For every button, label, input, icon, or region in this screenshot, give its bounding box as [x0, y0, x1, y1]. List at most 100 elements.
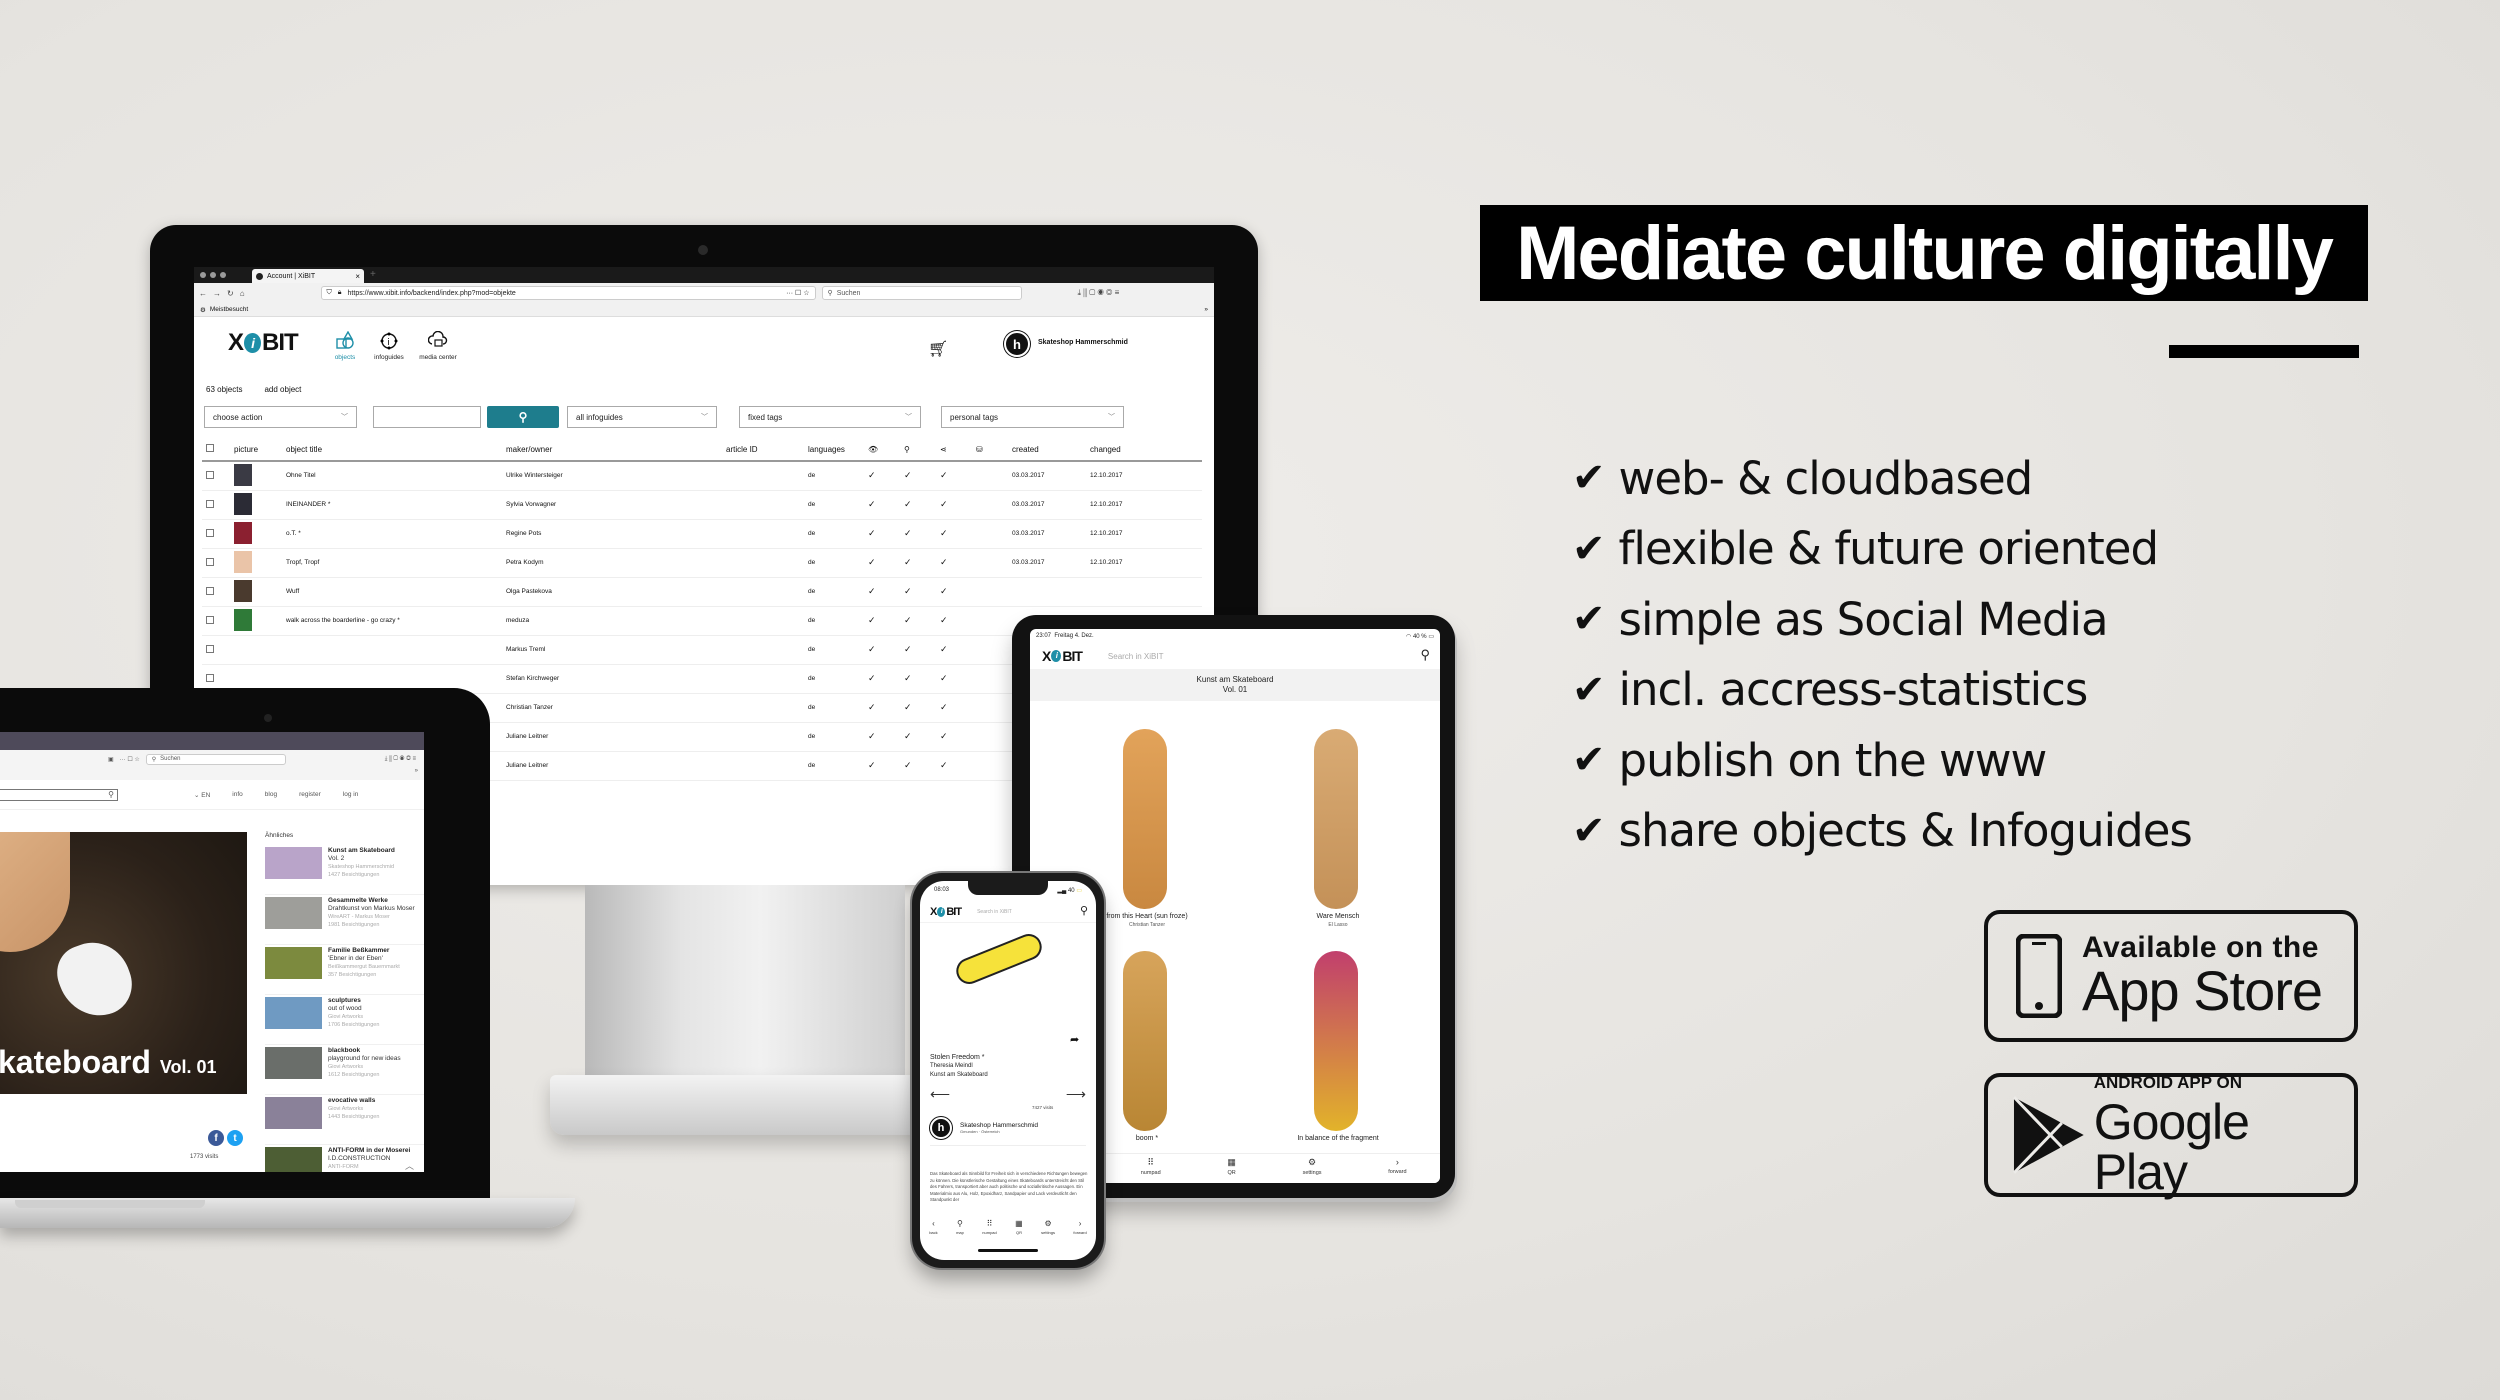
searchable-check[interactable]: ✓	[900, 664, 936, 694]
row-checkbox[interactable]	[206, 557, 214, 566]
object-thumbnail[interactable]	[234, 463, 252, 486]
nav-back[interactable]: ‹ back	[929, 1219, 937, 1235]
skateboard-image[interactable]	[1123, 951, 1167, 1131]
home-indicator[interactable]	[978, 1249, 1038, 1252]
similar-item[interactable]: evocative walls Giovi Artworks 1443 Besich…	[265, 1097, 424, 1145]
twitter-icon[interactable]: t	[227, 1130, 243, 1146]
searchable-check[interactable]: ✓	[900, 548, 936, 578]
object-thumbnail[interactable]	[234, 638, 252, 660]
add-object-link[interactable]: add object	[264, 385, 301, 394]
visible-check[interactable]: ✓	[864, 490, 900, 520]
shareable-check[interactable]: ✓	[936, 606, 972, 636]
col-shareable[interactable]: ⋖	[936, 438, 972, 462]
searchable-check[interactable]: ✓	[900, 635, 936, 665]
search-icon[interactable]: ⚲	[1420, 647, 1430, 663]
col-article-id[interactable]: article ID	[722, 438, 804, 462]
nav-info[interactable]: info	[232, 791, 242, 798]
object-title[interactable]: Tropf, Tropf	[282, 548, 502, 578]
overflow-icon[interactable]: »	[0, 768, 424, 780]
skateboard-image[interactable]	[1123, 729, 1167, 909]
xibit-logo[interactable]: Xi BIT	[930, 906, 962, 918]
search-icon[interactable]: ⚲	[1080, 904, 1088, 917]
visible-check[interactable]: ✓	[864, 635, 900, 665]
skateboard-image[interactable]	[1314, 729, 1358, 909]
nav-infoguides[interactable]: i infoguides	[372, 331, 406, 361]
statistics-cell[interactable]	[972, 722, 1008, 752]
nav-numpad[interactable]: ⠿ numpad	[1141, 1154, 1161, 1183]
new-tab-button[interactable]: +	[370, 269, 376, 280]
window-controls[interactable]	[200, 272, 226, 278]
searchable-check[interactable]: ✓	[900, 519, 936, 549]
skateboard-image[interactable]	[952, 930, 1046, 988]
statistics-cell[interactable]	[972, 461, 1008, 491]
url-bar[interactable]: ⛉ 🔒︎ https://www.xibit.info/backend/inde…	[320, 286, 816, 300]
object-title[interactable]: Ohne Titel	[282, 461, 502, 491]
language-select[interactable]: ⌄ EN	[194, 791, 210, 799]
table-row[interactable]: o.T. * Regine Pots de ✓ ✓ ✓ 03.03.2017 12.10.20…	[202, 519, 1202, 549]
statistics-cell[interactable]	[972, 751, 1008, 781]
shareable-check[interactable]: ✓	[936, 519, 972, 549]
nav-qr[interactable]: ▦ QR	[1227, 1154, 1236, 1183]
skateboard-image[interactable]	[1314, 951, 1358, 1131]
visible-check[interactable]: ✓	[864, 606, 900, 636]
xibit-logo[interactable]: Xi BIT	[228, 329, 299, 357]
nav-blog[interactable]: blog	[265, 791, 277, 798]
visible-check[interactable]: ✓	[864, 577, 900, 607]
scroll-top-icon[interactable]: ︿	[405, 1159, 414, 1172]
visible-check[interactable]: ✓	[864, 461, 900, 491]
row-checkbox[interactable]	[206, 470, 214, 479]
statistics-cell[interactable]	[972, 635, 1008, 665]
row-checkbox[interactable]	[206, 528, 214, 537]
skateboard-caption[interactable]: In balance of the fragment	[1263, 1135, 1413, 1143]
shareable-check[interactable]: ✓	[936, 751, 972, 781]
col-statistics[interactable]: ⛁	[972, 438, 1008, 462]
similar-item[interactable]: blackbook playground for new ideas Giovi A…	[265, 1047, 424, 1095]
skateboard-caption[interactable]: Ware Mensch El Lasso	[1263, 913, 1413, 929]
share-icon[interactable]: ➦	[1070, 1033, 1079, 1046]
col-languages[interactable]: languages	[804, 438, 864, 462]
page-actions-icon[interactable]: ··· ☐ ☆	[120, 756, 140, 763]
statistics-cell[interactable]	[972, 606, 1008, 636]
object-title[interactable]: walk across the boarderline - go crazy *	[282, 606, 502, 636]
toolbar-icons[interactable]: ⤓ ⫼ ▢ ◉ ◎ ≡	[1078, 288, 1120, 298]
browser-search-box[interactable]: ⚲ Suchen	[821, 286, 1022, 300]
visible-check[interactable]: ✓	[864, 722, 900, 752]
shareable-check[interactable]: ✓	[936, 548, 972, 578]
nav-settings[interactable]: ⚙ settings	[1041, 1219, 1055, 1235]
shareable-check[interactable]: ✓	[936, 664, 972, 694]
searchable-check[interactable]: ✓	[900, 577, 936, 607]
col-visible[interactable]: 👁︎	[864, 438, 900, 462]
nav-login[interactable]: log in	[343, 791, 359, 798]
object-thumbnail[interactable]	[234, 667, 252, 689]
reader-icon[interactable]: ▣	[108, 756, 114, 763]
cart-icon[interactable]: 🛒︎	[928, 339, 948, 359]
close-tab-icon[interactable]: ×	[355, 272, 360, 281]
searchable-check[interactable]: ✓	[900, 722, 936, 752]
searchable-check[interactable]: ✓	[900, 693, 936, 723]
searchable-check[interactable]: ✓	[900, 461, 936, 491]
statistics-cell[interactable]	[972, 577, 1008, 607]
visible-check[interactable]: ✓	[864, 548, 900, 578]
row-checkbox[interactable]	[206, 673, 214, 682]
personal-tags-select[interactable]: personal tags ﹀	[941, 406, 1124, 428]
shareable-check[interactable]: ✓	[936, 722, 972, 752]
statistics-cell[interactable]	[972, 519, 1008, 549]
back-icon[interactable]: ←	[199, 289, 207, 298]
object-title[interactable]: Wuff	[282, 577, 502, 607]
shareable-check[interactable]: ✓	[936, 693, 972, 723]
similar-item[interactable]: sculptures out of wood Giovi Artworks 1706 …	[265, 997, 424, 1045]
object-thumbnail[interactable]	[234, 521, 252, 544]
visible-check[interactable]: ✓	[864, 693, 900, 723]
toolbar-icons[interactable]: ⤓ ⫼ ▢ ◉ ◎ ≡	[385, 756, 416, 763]
browser-search-box[interactable]: ⚲ Suchen	[145, 753, 286, 765]
similar-item[interactable]: Gesammelte Werke Drahtkunst von Markus Mo…	[265, 897, 424, 945]
infoguides-select[interactable]: all infoguides ﹀	[567, 406, 717, 428]
table-row[interactable]: Wuff Olga Pastekova de ✓ ✓ ✓	[202, 577, 1202, 607]
hero-image[interactable]: kateboard Vol. 01	[0, 832, 247, 1094]
shareable-check[interactable]: ✓	[936, 490, 972, 520]
col-title[interactable]: object title	[282, 438, 502, 462]
col-picture[interactable]: picture	[230, 438, 282, 462]
statistics-cell[interactable]	[972, 664, 1008, 694]
site-search-input[interactable]: ⚲	[0, 788, 118, 801]
xibit-logo[interactable]: Xi BIT	[1042, 648, 1083, 664]
